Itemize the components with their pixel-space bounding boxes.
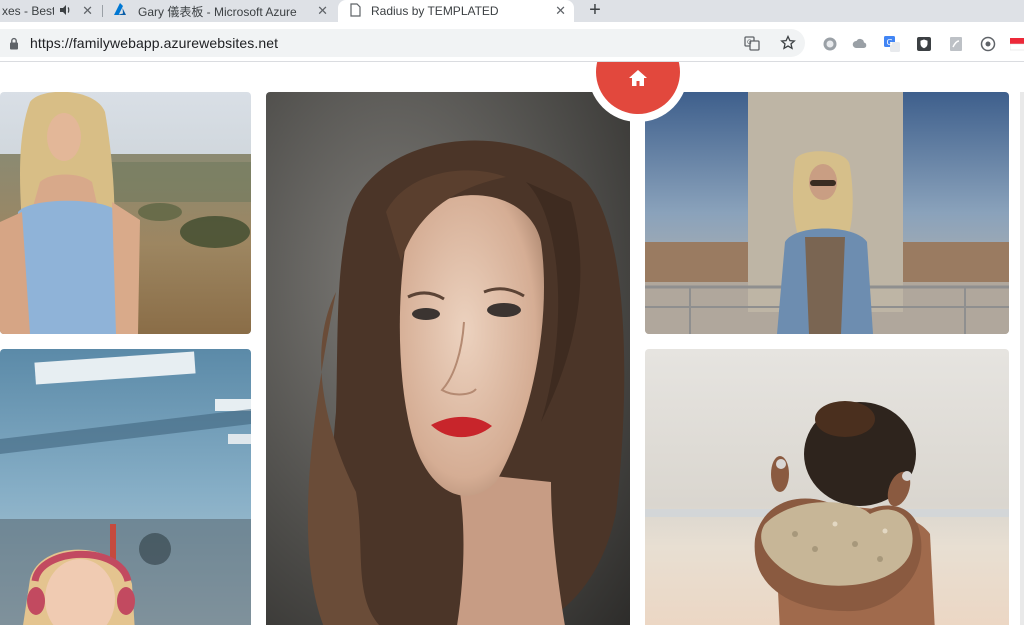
extension-icon-1[interactable] bbox=[822, 36, 838, 52]
photo-blonde-woman-field[interactable] bbox=[0, 92, 251, 334]
eye-extension-icon[interactable] bbox=[980, 36, 996, 52]
tab-radius[interactable]: Radius by TEMPLATED ✕ bbox=[338, 0, 574, 22]
close-tab-icon[interactable]: ✕ bbox=[82, 3, 93, 19]
close-tab-icon[interactable]: ✕ bbox=[317, 3, 328, 19]
svg-text:G: G bbox=[747, 39, 752, 46]
lock-icon[interactable] bbox=[9, 37, 19, 55]
photo-woman-denim-jacket-balcony[interactable] bbox=[645, 92, 1009, 334]
tab-separator bbox=[102, 5, 103, 17]
photo-woman-red-lips-portrait[interactable] bbox=[266, 92, 630, 625]
browser-toolbar: https://familywebapp.azurewebsites.net G… bbox=[0, 22, 1024, 62]
azure-logo-icon bbox=[114, 2, 130, 20]
speaker-icon[interactable] bbox=[58, 3, 72, 20]
new-tab-button[interactable]: + bbox=[584, 0, 606, 22]
tab-azure[interactable]: Gary 儀表板 - Microsoft Azure ✕ bbox=[104, 0, 336, 22]
tab-title: xes - Best bbox=[2, 4, 54, 18]
shield-extension-icon[interactable] bbox=[916, 36, 932, 52]
tab-best[interactable]: xes - Best ✕ bbox=[0, 0, 101, 22]
url-text[interactable]: https://familywebapp.azurewebsites.net bbox=[30, 35, 278, 51]
extension-icon-2[interactable] bbox=[852, 36, 868, 52]
photo-hands-holding-sand[interactable] bbox=[645, 349, 1009, 625]
page-icon bbox=[350, 2, 361, 20]
tab-strip: xes - Best ✕ Gary 儀表板 - Microsoft Azure … bbox=[0, 0, 1024, 22]
gallery-page bbox=[0, 62, 1024, 625]
photo-woman-headphones-office[interactable] bbox=[0, 349, 251, 625]
address-bar[interactable]: https://familywebapp.azurewebsites.net G bbox=[0, 29, 805, 57]
svg-text:G: G bbox=[887, 38, 893, 47]
pdf-extension-icon[interactable] bbox=[948, 36, 964, 52]
tab-title: Radius by TEMPLATED bbox=[371, 4, 499, 18]
tab-title: Gary 儀表板 - Microsoft Azure bbox=[138, 4, 297, 19]
flag-extension-icon[interactable] bbox=[1009, 36, 1024, 52]
google-translate-extension-icon[interactable]: G bbox=[884, 36, 900, 52]
close-tab-icon[interactable]: ✕ bbox=[555, 3, 566, 19]
scroll-edge bbox=[1020, 92, 1024, 625]
translate-icon[interactable]: G bbox=[744, 35, 760, 56]
home-icon bbox=[628, 69, 648, 92]
bookmark-star-icon[interactable] bbox=[780, 34, 796, 56]
